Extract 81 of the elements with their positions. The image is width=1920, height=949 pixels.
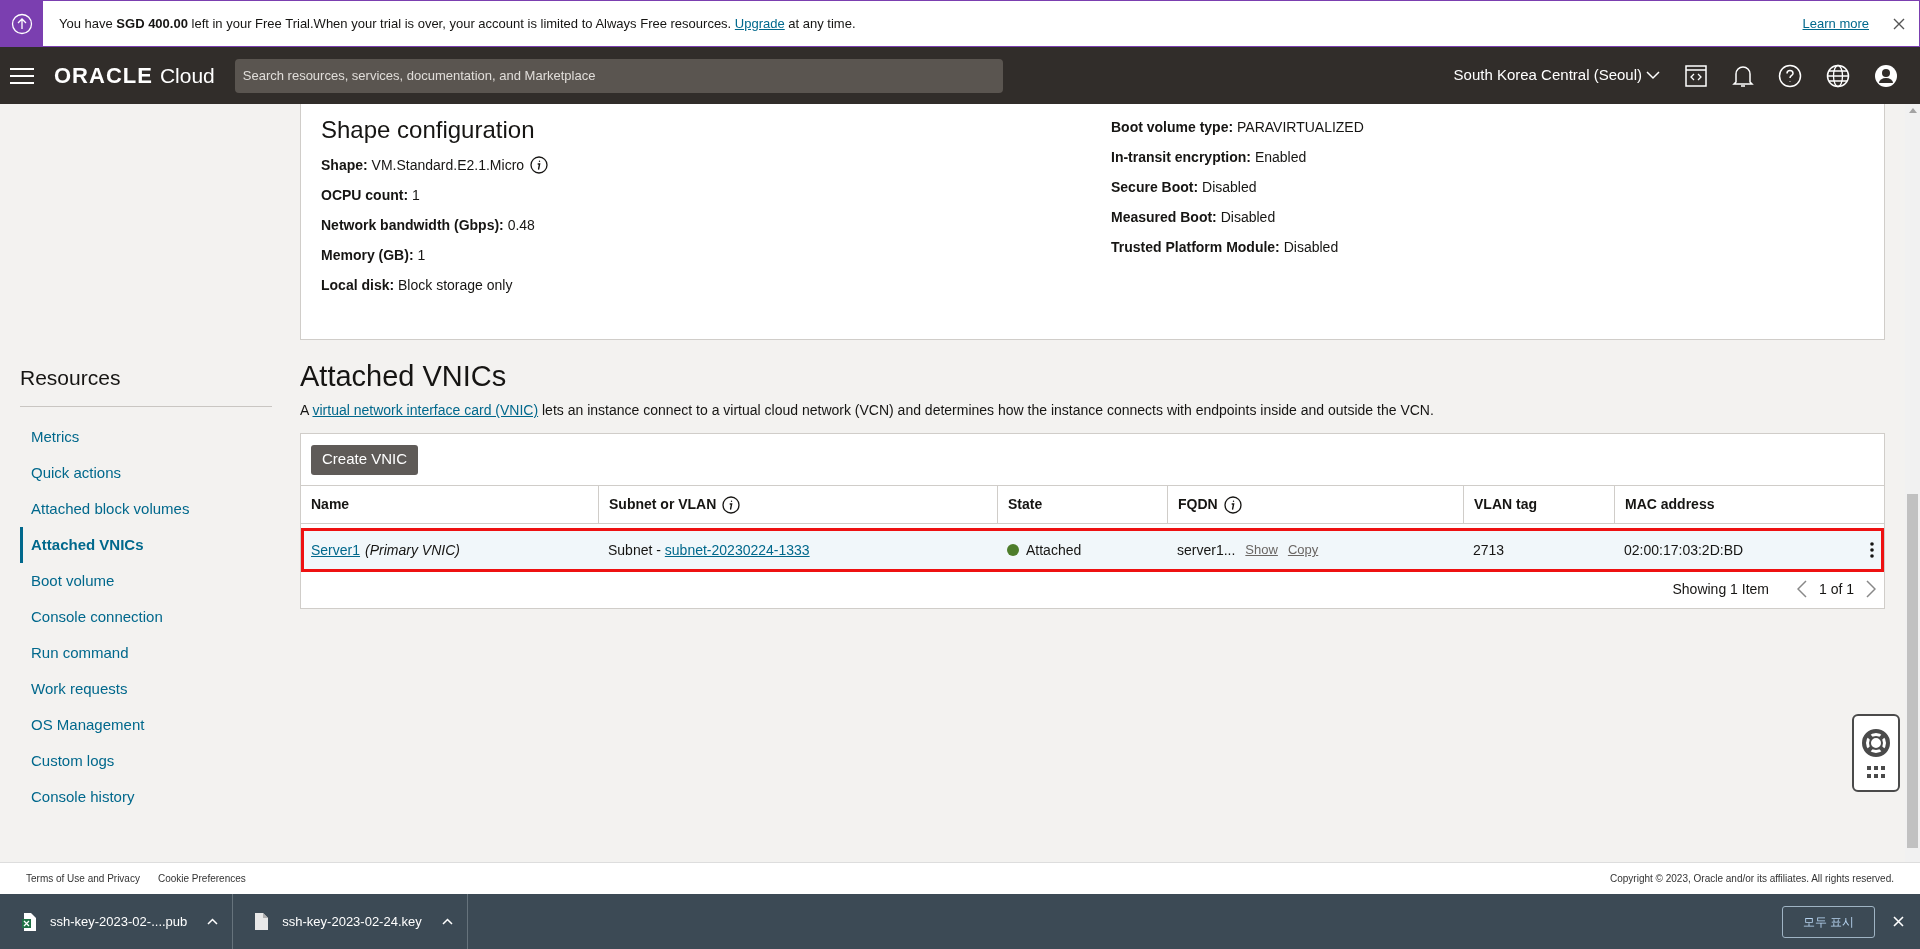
chevron-down-icon — [1646, 71, 1660, 80]
detail-field: OCPU count: 1 — [321, 184, 420, 206]
sidebar-link[interactable]: Work requests — [20, 670, 272, 707]
mac-address-text: 02:00:17:03:2D:BD — [1624, 540, 1744, 560]
info-icon[interactable] — [530, 156, 549, 174]
detail-field: Network bandwidth (Gbps): 0.48 — [321, 214, 535, 236]
pagination-text: 1 of 1 — [1818, 579, 1854, 599]
detail-field: Trusted Platform Module: Disabled — [1111, 236, 1339, 258]
fqdn-text: server1... — [1177, 540, 1236, 560]
detail-field: Shape: VM.Standard.E2.1.Micro — [321, 154, 525, 176]
sidebar-link[interactable]: Console history — [20, 778, 272, 815]
column-header[interactable]: FQDN — [1178, 494, 1218, 515]
user-avatar-icon[interactable] — [1874, 63, 1898, 88]
section-title: Attached VNICs — [300, 359, 508, 394]
lifebuoy-icon — [1861, 728, 1891, 758]
copyright-text: Copyright © 2023, Oracle and/or its affiliates. All rights reserved. — [1610, 872, 1894, 886]
menu-icon[interactable] — [10, 66, 34, 85]
detail-field: In-transit encryption: Enabled — [1111, 146, 1307, 168]
sidebar-link[interactable]: Attached VNICs — [20, 526, 272, 563]
vnic-note: (Primary VNIC) — [365, 540, 460, 560]
column-header[interactable]: MAC address — [1625, 494, 1715, 515]
bell-icon[interactable] — [1732, 63, 1754, 88]
help-icon[interactable] — [1778, 63, 1802, 88]
detail-field: Local disk: Block storage only — [321, 274, 513, 296]
close-icon[interactable] — [1893, 17, 1905, 30]
detail-field: Boot volume type: PARAVIRTUALIZED — [1111, 116, 1364, 138]
code-editor-icon[interactable] — [1684, 63, 1708, 88]
column-header[interactable]: Name — [311, 494, 350, 515]
detail-field: Measured Boot: Disabled — [1111, 206, 1276, 228]
state-text: Attached — [1026, 540, 1082, 560]
scrollbar-thumb[interactable] — [1907, 494, 1918, 848]
chevron-up-icon[interactable] — [207, 918, 219, 925]
show-all-button[interactable]: 모두 표시 — [1781, 905, 1875, 938]
help-widget[interactable] — [1852, 714, 1900, 792]
vnic-name-link[interactable]: Server1 — [311, 539, 361, 561]
sidebar-link[interactable]: Custom logs — [20, 742, 272, 779]
sidebar-heading: Resources — [20, 362, 272, 407]
sidebar-link[interactable]: Console connection — [20, 598, 272, 635]
info-icon[interactable] — [1223, 495, 1242, 514]
item-count: Showing 1 Item — [1672, 579, 1769, 599]
spreadsheet-file-icon — [22, 912, 36, 931]
upgrade-link[interactable]: Upgrade — [734, 15, 785, 31]
sidebar-link[interactable]: Metrics — [20, 418, 272, 455]
footer-link[interactable]: Cookie Preferences — [157, 871, 246, 886]
banner-message: You have SGD 400.00 left in your Free Trial.When your trial is over, your account is limited to Always Free resources. Upgrade at any time. — [59, 14, 856, 33]
grid-icon — [1867, 766, 1885, 778]
detail-field: Secure Boot: Disabled — [1111, 176, 1257, 198]
sidebar-link[interactable]: Run command — [20, 634, 272, 671]
download-file-name[interactable]: ssh-key-2023-02-24.key — [282, 911, 422, 932]
subnet-label: Subnet - — [608, 540, 662, 560]
sidebar-link[interactable]: Attached block volumes — [20, 490, 272, 527]
chevron-left-icon[interactable] — [1796, 580, 1807, 598]
chevron-right-icon[interactable] — [1866, 580, 1876, 598]
learn-more-link[interactable]: Learn more — [1802, 13, 1869, 34]
chevron-up-icon[interactable] — [441, 918, 453, 925]
footer-link[interactable]: Terms of Use and Privacy — [26, 871, 140, 886]
detail-field: Memory (GB): 1 — [321, 244, 426, 266]
subnet-link[interactable]: subnet-20230224-1333 — [664, 539, 810, 561]
fqdn-action-link[interactable]: Show — [1245, 540, 1278, 560]
description-link[interactable]: virtual network interface card (VNIC) — [312, 402, 539, 418]
download-file-name[interactable]: ssh-key-2023-02-....pub — [50, 911, 188, 932]
file-icon — [255, 913, 269, 930]
column-header[interactable]: VLAN tag — [1474, 494, 1537, 515]
sidebar-link[interactable]: Quick actions — [20, 454, 272, 491]
sidebar-link[interactable]: Boot volume — [20, 562, 272, 599]
fqdn-action-link[interactable]: Copy — [1287, 540, 1319, 560]
section-description: A virtual network interface card (VNIC) lets an instance connect to a virtual cloud network (VCN) and determines how the instance connects with endpoints inside and outside the VCN. — [300, 401, 1435, 420]
section-title: Shape configuration — [321, 115, 536, 145]
table-row[interactable]: Server1 (Primary VNIC) Subnet - subnet-20230224-1333 Attached server1... Show Copy 2713 02:00:17:03:2D:BD — [301, 528, 1884, 572]
oracle-logo[interactable]: ORACLE — [54, 59, 153, 92]
create-vnic-button[interactable]: Create VNIC — [311, 444, 419, 475]
info-icon[interactable] — [722, 495, 741, 514]
column-header[interactable]: State — [1008, 494, 1043, 515]
search-field[interactable]: Search resources, services, documentation, and Marketplace — [234, 58, 1003, 93]
table-cell-text: 2713 — [1472, 540, 1506, 560]
region-selector[interactable]: South Korea Central (Seoul) — [1453, 64, 1660, 87]
cloud-logo-text[interactable]: Cloud — [159, 60, 215, 92]
kebab-menu-icon[interactable] — [1870, 542, 1874, 558]
globe-icon[interactable] — [1826, 63, 1850, 88]
column-header[interactable]: Subnet or VLAN — [609, 494, 717, 515]
sidebar-link[interactable]: OS Management — [20, 706, 272, 743]
